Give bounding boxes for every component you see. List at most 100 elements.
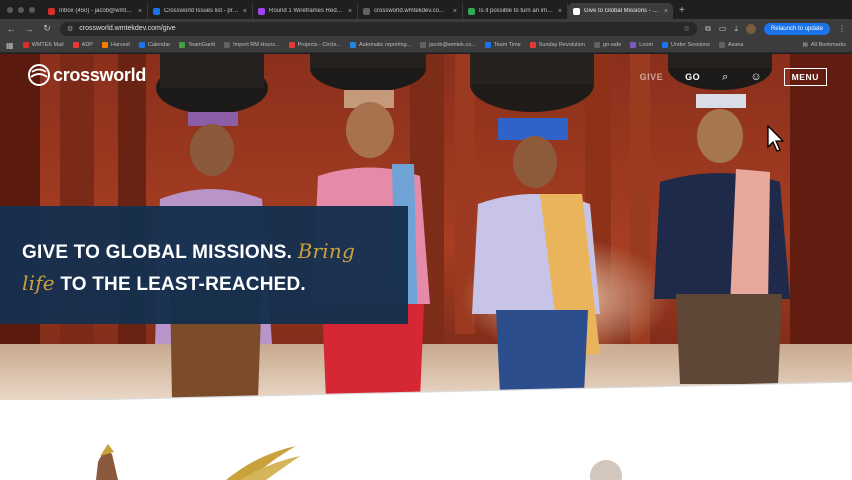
bookmark-favicon-icon <box>593 42 600 48</box>
logo-mark-icon <box>28 64 50 86</box>
bookmark-item[interactable]: TeamGantt <box>179 42 215 48</box>
tab-title: crossworld.wmtekdev.com -... <box>374 8 449 14</box>
site-info-icon[interactable]: ⚙ <box>67 25 73 33</box>
back-icon[interactable]: ← <box>6 24 16 34</box>
all-bookmarks-label: All Bookmarks <box>810 42 846 48</box>
browser-tab[interactable]: Round 1 Wireframes Redesig... × <box>253 3 358 19</box>
bookmark-item[interactable]: Projects - Circle... <box>288 42 342 48</box>
folder-icon: ▤ <box>802 42 808 48</box>
headline-part1: GIVE TO GLOBAL MISSIONS. <box>22 242 293 263</box>
tab-title: Inbox (450) - jacob@wmtek... <box>59 8 134 14</box>
bookmark-favicon-icon <box>420 42 427 48</box>
bookmark-favicon-icon <box>662 42 669 48</box>
hero-banner: GIVE TO GLOBAL MISSIONS. Bring life TO T… <box>0 206 408 324</box>
profile-avatar[interactable] <box>745 23 756 34</box>
bookmark-favicon-icon <box>22 42 29 48</box>
download-icon[interactable]: ⤓ <box>734 24 738 34</box>
close-window-dot[interactable] <box>7 7 13 13</box>
tab-favicon-icon <box>468 7 475 15</box>
browser-tab[interactable]: crossworld.wmtekdev.com -... × <box>358 3 463 19</box>
browser-tab-strip: Inbox (450) - jacob@wmtek... × Crossworld … <box>0 0 852 19</box>
site-navigation: GIVE GO ⌕ ☺ MENU <box>640 68 827 86</box>
bookmark-item[interactable]: Harvest <box>101 42 130 48</box>
bookmark-item[interactable]: Import RM Hours... <box>224 42 280 48</box>
bookmark-item[interactable]: Team Time <box>484 42 521 48</box>
tab-title: Round 1 Wireframes Redesig... <box>269 8 344 14</box>
bookmark-label: WMTEK Mail <box>31 42 64 48</box>
below-hero-section <box>0 400 852 480</box>
reload-icon[interactable]: ↻ <box>42 23 52 34</box>
close-tab-icon[interactable]: × <box>348 8 352 15</box>
bookmark-label: Asana <box>727 42 744 48</box>
bookmark-item[interactable]: Under Sessions <box>662 42 710 48</box>
headline-part2: TO THE LEAST-REACHED. <box>60 274 306 295</box>
bookmark-label: Loom <box>639 42 654 48</box>
browser-tab[interactable]: Crossworld Issues list - pro... × <box>148 3 253 19</box>
forward-icon[interactable]: → <box>24 24 34 34</box>
headline-script-bring: Bring <box>297 239 355 263</box>
account-icon[interactable]: ☺ <box>750 71 761 83</box>
tab-search-icon[interactable]: ▭ <box>719 24 727 33</box>
new-tab-button[interactable]: + <box>673 5 691 19</box>
close-tab-icon[interactable]: × <box>453 8 457 15</box>
relaunch-button[interactable]: Relaunch to update <box>763 22 830 35</box>
bookmark-item[interactable]: Automatic reporting... <box>350 42 411 48</box>
bookmark-item[interactable]: go-safe <box>593 42 622 48</box>
apps-grid-icon[interactable]: ▦ <box>6 41 14 50</box>
section-illustrations <box>96 444 622 480</box>
menu-button[interactable]: MENU <box>783 68 827 86</box>
bookmark-favicon-icon <box>718 42 725 48</box>
nav-go-link[interactable]: GO <box>685 72 700 82</box>
bookmark-favicon-icon <box>529 42 536 48</box>
bookmark-label: Team Time <box>493 42 521 48</box>
logo-text: crossworld <box>53 64 147 85</box>
bookmark-item[interactable]: Sunday Revolution <box>529 42 585 48</box>
bookmark-favicon-icon <box>288 42 295 48</box>
url-text[interactable]: crossworld.wmtekdev.com/give <box>79 25 677 32</box>
close-tab-icon[interactable]: × <box>138 8 142 15</box>
web-page: crossworld GIVE GO ⌕ ☺ MENU GIVE TO GLOB… <box>0 54 852 480</box>
tab-title: Give to Global Missions - Cro... <box>584 8 660 14</box>
bookmark-favicon-icon <box>72 42 79 48</box>
extensions-icon[interactable]: ⧉ <box>705 24 711 34</box>
bookmark-label: Projects - Circle... <box>297 42 342 48</box>
nav-give-link[interactable]: GIVE <box>640 72 664 82</box>
bookmark-label: go-safe <box>602 42 622 48</box>
address-bar[interactable]: ⚙ crossworld.wmtekdev.com/give ☆ <box>60 21 698 36</box>
bookmark-list: WMTEK Mail ADP Harvest Calendar TeamGantt Imp… <box>22 42 744 48</box>
bookmark-favicon-icon <box>179 42 186 48</box>
close-tab-icon[interactable]: × <box>558 8 562 15</box>
maximize-window-dot[interactable] <box>29 7 35 13</box>
close-tab-icon[interactable]: × <box>243 8 247 15</box>
tab-list: Inbox (450) - jacob@wmtek... × Crossworld … <box>43 3 673 19</box>
bookmark-label: Calendar <box>147 42 171 48</box>
browser-tab[interactable]: Inbox (450) - jacob@wmtek... × <box>43 3 148 19</box>
bookmark-item[interactable]: WMTEK Mail <box>22 42 64 48</box>
browser-tab[interactable]: Give to Global Missions - Cro... × <box>568 3 673 19</box>
window-controls[interactable] <box>0 7 43 19</box>
browser-tab[interactable]: Is it possible to turn an imag... × <box>463 3 568 19</box>
bookmark-label: Automatic reporting... <box>359 42 412 48</box>
bookmark-item[interactable]: Calendar <box>138 42 171 48</box>
bookmark-favicon-icon <box>101 42 108 48</box>
bookmark-label: Sunday Revolution <box>538 42 585 48</box>
crossworld-logo[interactable]: crossworld <box>28 64 146 86</box>
hero-section: crossworld GIVE GO ⌕ ☺ MENU GIVE TO GLOB… <box>0 54 852 400</box>
bookmark-label: TeamGantt <box>188 42 216 48</box>
hero-headline: GIVE TO GLOBAL MISSIONS. Bring life TO T… <box>22 236 408 300</box>
more-menu-icon[interactable]: ⋮ <box>838 24 846 33</box>
headline-script-life: life <box>22 271 55 295</box>
bookmark-item[interactable]: Loom <box>630 42 653 48</box>
bookmark-label: Import RM Hours... <box>233 42 280 48</box>
bookmark-item[interactable]: jacob@wmtek.co... <box>420 42 476 48</box>
bookmark-item[interactable]: Asana <box>718 42 744 48</box>
all-bookmarks[interactable]: ▤ All Bookmarks <box>803 42 846 48</box>
minimize-window-dot[interactable] <box>18 7 24 13</box>
bookmark-item[interactable]: ADP <box>72 42 93 48</box>
close-tab-icon[interactable]: × <box>664 8 668 15</box>
search-icon[interactable]: ⌕ <box>722 71 728 84</box>
tab-favicon-icon <box>258 7 265 15</box>
bookmark-star-icon[interactable]: ☆ <box>683 24 690 33</box>
bookmark-favicon-icon <box>484 42 491 48</box>
bookmark-label: Harvest <box>110 42 130 48</box>
